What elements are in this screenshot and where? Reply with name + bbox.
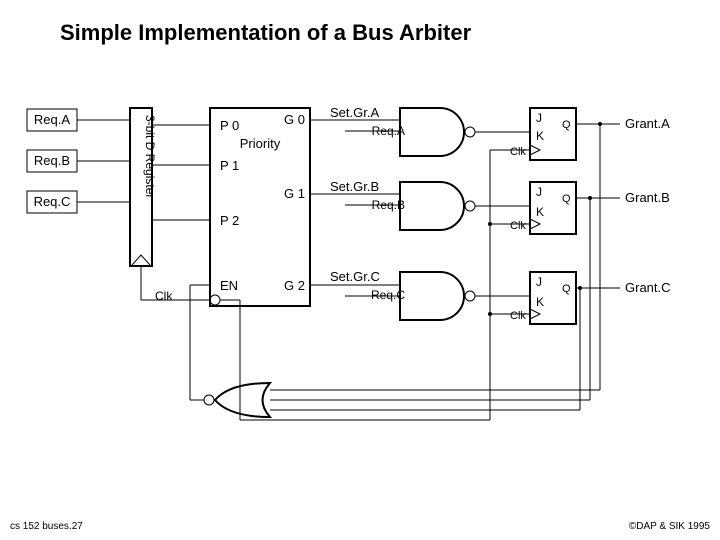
setC: Set.Gr.C: [330, 269, 380, 284]
svg-text:Clk: Clk: [510, 220, 526, 232]
priority-label: Priority: [240, 136, 281, 151]
svg-text:Q: Q: [562, 119, 571, 131]
register-label: 3-bit D Register: [143, 115, 157, 198]
reqA-label: Req.A: [34, 112, 70, 127]
svg-text:Q: Q: [562, 193, 571, 205]
jk-ff-b: J Q K Clk: [510, 182, 576, 234]
p0: P 0: [220, 118, 239, 133]
and-gate-b: [400, 182, 475, 230]
svg-text:K: K: [536, 129, 544, 143]
reqB-label: Req.B: [34, 153, 70, 168]
diagram-svg: Req.A Req.B Req.C 3-bit D Register Clk P…: [0, 0, 720, 540]
g2: G 2: [284, 278, 305, 293]
en: EN: [220, 278, 238, 293]
reqC-label: Req.C: [34, 194, 71, 209]
svg-text:J: J: [536, 185, 542, 199]
grantA: Grant.A: [625, 116, 670, 131]
svg-text:Q: Q: [562, 283, 571, 295]
clk-label: Clk: [155, 289, 173, 303]
svg-text:K: K: [536, 295, 544, 309]
g1: G 1: [284, 186, 305, 201]
grantB: Grant.B: [625, 190, 670, 205]
svg-text:Clk: Clk: [510, 146, 526, 158]
g0: G 0: [284, 112, 305, 127]
grantC: Grant.C: [625, 280, 671, 295]
jk-ff-c: J Q K Clk: [510, 272, 576, 324]
and-gate-c: [400, 272, 475, 320]
svg-text:J: J: [536, 111, 542, 125]
p2: P 2: [220, 213, 239, 228]
svg-text:K: K: [536, 205, 544, 219]
setB: Set.Gr.B: [330, 179, 379, 194]
and-gate-a: [400, 108, 475, 156]
p1: P 1: [220, 158, 239, 173]
svg-text:J: J: [536, 275, 542, 289]
reqC-inner: Req.C: [371, 288, 405, 302]
setA: Set.Gr.A: [330, 105, 379, 120]
jk-ff-a: J K Q Clk: [510, 108, 576, 160]
svg-text:Clk: Clk: [510, 310, 526, 322]
nor-gate: [204, 383, 270, 417]
